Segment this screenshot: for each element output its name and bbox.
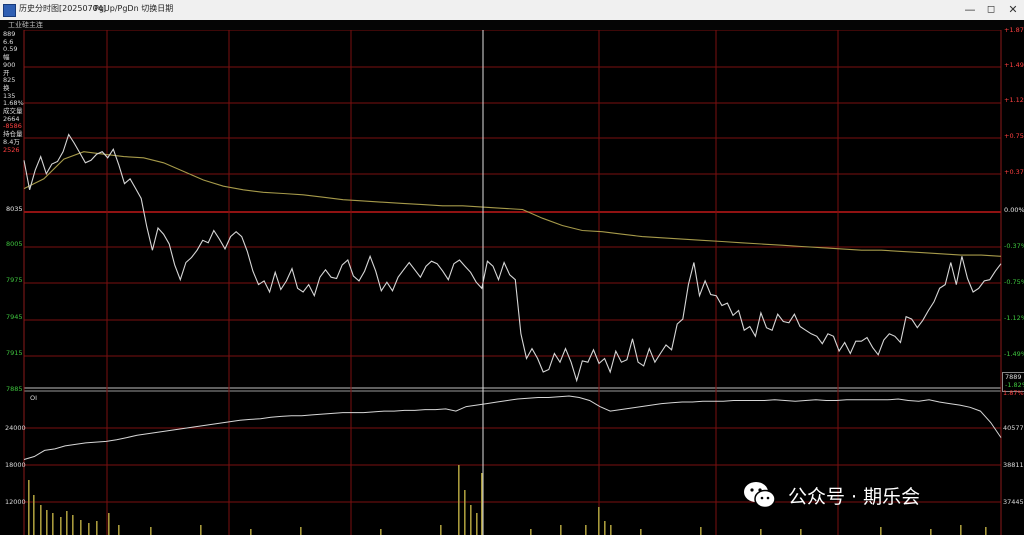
oi-tick-label: 18000 xyxy=(5,461,26,469)
volume-bar xyxy=(80,520,82,535)
wechat-icon xyxy=(742,480,778,510)
oi-tick-label: 374454 xyxy=(1003,498,1024,506)
price-line xyxy=(23,133,1002,383)
volume-bar xyxy=(476,513,478,535)
volume-bar xyxy=(33,495,35,535)
oi-tick-label: 12000 xyxy=(5,498,26,506)
volume-bar xyxy=(481,473,483,535)
volume-bar xyxy=(250,529,252,535)
volume-bar xyxy=(464,490,466,535)
window-titlebar: 历史分时图[20250704] PgUp/PgDn 切换日期 — ◻ ✕ xyxy=(0,0,1024,21)
info-line: 2526 xyxy=(3,145,20,154)
price-tick-label: 7885 xyxy=(6,385,23,393)
pct-tick-label: +0.75% xyxy=(1004,132,1024,140)
volume-bar xyxy=(604,521,606,535)
volume-bar xyxy=(585,525,587,535)
volume-bar xyxy=(598,507,600,535)
pct-tick-label: +1.12% xyxy=(1004,96,1024,104)
volume-bar xyxy=(200,525,202,535)
volume-bar xyxy=(440,525,442,535)
pct-tick-label: +1.87% xyxy=(1004,26,1024,34)
volume-bar xyxy=(108,513,110,535)
volume-bar xyxy=(640,529,642,535)
current-pct: -1.82% xyxy=(1005,381,1024,389)
pct-tick-label: -1.49% xyxy=(1004,350,1024,358)
info-panel: 889 6.6 0.59 幅 900 开 825 换 135 1.68% 成交量 2664 -8586 持… xyxy=(3,30,27,154)
volume-bar xyxy=(458,465,460,535)
pct-tick-label: +0.37% xyxy=(1004,168,1024,176)
watermark: 公众号 · 期乐会 xyxy=(742,478,920,512)
volume-bar xyxy=(930,529,932,535)
volume-bar xyxy=(985,527,987,535)
volume-bar xyxy=(60,517,62,535)
pct-tick-label: +1.49% xyxy=(1004,61,1024,69)
volume-bar xyxy=(118,525,120,535)
volume-bar xyxy=(960,525,962,535)
volume-bar xyxy=(880,527,882,535)
pct-tick-label: -0.37% xyxy=(1004,242,1024,250)
watermark-text: 公众号 · 期乐会 xyxy=(788,485,921,508)
pct-tick-label: -0.75% xyxy=(1004,278,1024,286)
volume-bar xyxy=(40,505,42,535)
contract-name: 工业硅主连 xyxy=(8,21,43,29)
price-tick-label: 8005 xyxy=(6,240,23,248)
average-price-line xyxy=(23,151,1002,257)
contract-bar: 工业硅主连 xyxy=(0,20,1024,30)
volume-bar xyxy=(380,529,382,535)
pct-tick-label: -1.12% xyxy=(1004,314,1024,322)
volume-bar xyxy=(28,480,30,535)
price-tick-label: 7975 xyxy=(6,276,23,284)
volume-bar xyxy=(530,529,532,535)
volume-bar xyxy=(46,510,48,535)
volume-bar xyxy=(470,505,472,535)
volume-bar xyxy=(66,511,68,535)
volume-bar xyxy=(700,527,702,535)
price-tick-label: 7945 xyxy=(6,313,23,321)
volume-bar xyxy=(52,513,54,535)
current-price: 7889 xyxy=(1005,373,1022,381)
oi-tick-label: 388112 xyxy=(1003,461,1024,469)
price-tick-label: 8035 xyxy=(6,205,23,213)
app-icon xyxy=(3,4,16,17)
volume-bar xyxy=(72,515,74,535)
volume-bar xyxy=(760,529,762,535)
window-title: 历史分时图[20250704] xyxy=(19,4,106,13)
volume-bar xyxy=(300,527,302,535)
volume-bar xyxy=(88,523,90,535)
pct-tick-label: 0.00% xyxy=(1004,206,1024,214)
volume-bar xyxy=(800,529,802,535)
oi-tick-label: 24000 xyxy=(5,424,26,432)
oi-tick-label: 1.87% xyxy=(1003,389,1024,397)
volume-bar xyxy=(610,525,612,535)
oi-tick-label: 405771 xyxy=(1003,424,1024,432)
chart-grid xyxy=(23,30,1002,535)
price-tick-label: 7915 xyxy=(6,349,23,357)
volume-bar xyxy=(96,521,98,535)
volume-bar xyxy=(150,527,152,535)
date-switch-hint[interactable]: PgUp/PgDn 切换日期 xyxy=(94,3,173,15)
oi-panel-title: OI xyxy=(30,394,38,402)
volume-bar xyxy=(560,525,562,535)
close-button[interactable]: ✕ xyxy=(998,2,1024,18)
intraday-chart[interactable] xyxy=(0,30,1024,535)
